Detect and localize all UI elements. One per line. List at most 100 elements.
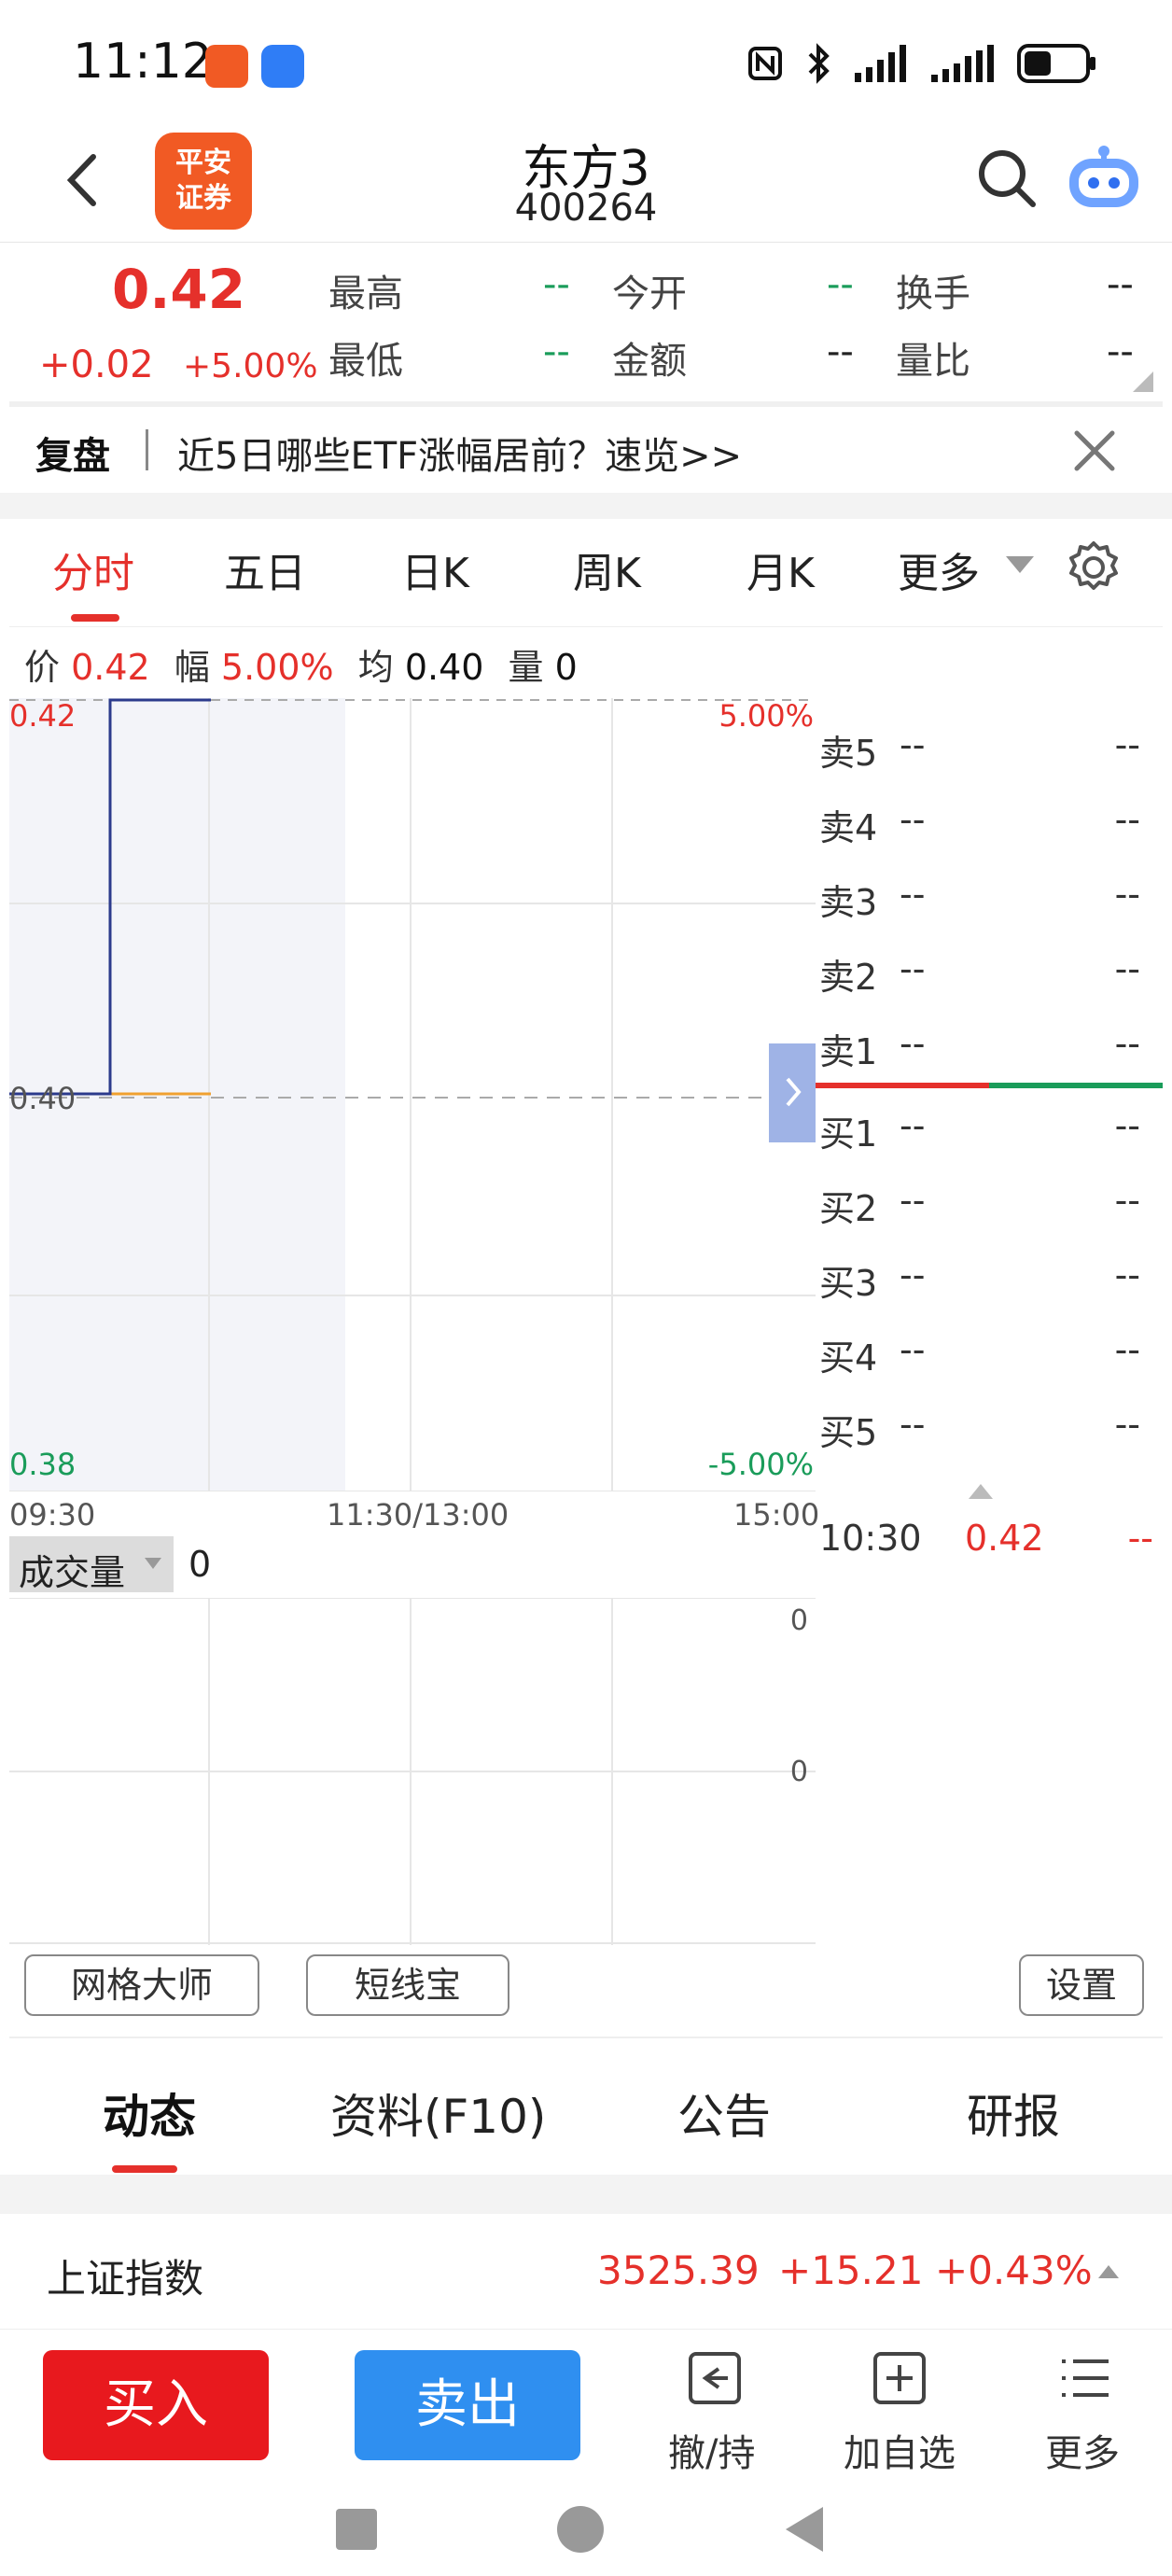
tab-f10[interactable]: 资料(F10) — [330, 2079, 546, 2147]
y-tick-mid: 0.40 — [9, 1081, 76, 1116]
cancel-hold-button[interactable]: 撤/持 — [661, 2330, 782, 2488]
bid-volume: -- — [1114, 1329, 1140, 1370]
tab-announcements[interactable]: 公告 — [677, 2079, 771, 2147]
tab-research[interactable]: 研报 — [967, 2079, 1060, 2147]
ask-volume: -- — [1114, 874, 1140, 915]
battery-icon — [1017, 44, 1095, 83]
ask-price: -- — [900, 948, 926, 989]
bid-price: -- — [900, 1254, 926, 1295]
chevron-up-icon[interactable] — [1097, 2264, 1120, 2279]
short-line-button[interactable]: 短线宝 — [306, 1954, 509, 2016]
back-nav-icon[interactable] — [782, 2503, 827, 2555]
divider — [0, 2175, 1172, 2214]
dropdown-triangle-icon — [145, 1558, 161, 1569]
bid-volume: -- — [1114, 1105, 1140, 1146]
index-pct: +0.43% — [935, 2247, 1093, 2293]
avg-label: 均 — [357, 647, 394, 688]
more-label: 更多 — [1045, 2432, 1120, 2475]
bid-volume: -- — [1114, 1254, 1140, 1295]
y-tick-low: 0.38 — [9, 1447, 76, 1482]
open-label: 今开 — [612, 273, 687, 315]
gear-icon[interactable] — [1064, 538, 1123, 597]
bid-row-4: 买4 -- -- — [816, 1318, 1163, 1379]
ask-price: -- — [900, 724, 926, 765]
volume-chart[interactable]: 0 0 — [9, 1598, 816, 1945]
settings-button[interactable]: 设置 — [1019, 1954, 1144, 2016]
search-button[interactable] — [970, 142, 1045, 217]
dropdown-triangle-icon[interactable] — [1004, 554, 1036, 575]
more-button[interactable]: 更多 — [1030, 2330, 1142, 2488]
ask-row-4: 卖4 -- -- — [816, 788, 1163, 848]
cancel-hold-label: 撤/持 — [668, 2432, 756, 2475]
ask-label: 卖1 — [819, 1031, 878, 1072]
ask-price: -- — [900, 874, 926, 915]
y-tick-pct-low: -5.00% — [708, 1447, 814, 1482]
amp-label: 幅 — [174, 647, 210, 688]
turnover-value: -- — [1107, 263, 1134, 306]
index-change: +15.21 — [778, 2247, 924, 2293]
intraday-price-chart[interactable]: 0.42 0.40 0.38 5.00% -5.00% — [9, 698, 816, 1491]
cancel-order-icon — [689, 2352, 741, 2404]
bid-label: 买3 — [819, 1263, 878, 1304]
index-ticker[interactable]: 上证指数 3525.39 +15.21 +0.43% — [0, 2214, 1172, 2330]
tab-news[interactable]: 动态 — [103, 2079, 196, 2147]
x-tick-open: 09:30 — [9, 1497, 96, 1533]
low-label: 最低 — [328, 340, 403, 383]
bid-price: -- — [900, 1105, 926, 1146]
volume-header: 成交量 0 — [9, 1536, 816, 1596]
robot-icon — [1069, 146, 1138, 207]
intraday-info-line: 价 0.42 幅 5.00% 均 0.40 量 0 — [24, 638, 578, 690]
y-tick-pct-high: 5.00% — [719, 698, 814, 734]
x-tick-midday: 11:30/13:00 — [327, 1497, 509, 1533]
amount-label: 金额 — [612, 340, 687, 383]
bluetooth-icon — [808, 43, 830, 84]
home-icon[interactable] — [554, 2503, 607, 2555]
ask-price: -- — [900, 799, 926, 840]
volume-value: 0 — [188, 1544, 212, 1585]
add-watchlist-button[interactable]: 加自选 — [838, 2330, 969, 2488]
ask-volume: -- — [1114, 724, 1140, 765]
low-value: -- — [543, 330, 570, 373]
scroll-up-triangle-icon[interactable] — [967, 1482, 995, 1501]
banner-text[interactable]: 近5日哪些ETF涨幅居前？速览>> — [177, 426, 742, 480]
y-tick-high: 0.42 — [9, 698, 76, 734]
vol-value: 0 — [554, 647, 578, 688]
bid-label: 买2 — [819, 1188, 878, 1229]
expand-corner-icon[interactable] — [1133, 371, 1153, 392]
tab-daily-k[interactable]: 日K — [401, 539, 469, 599]
buy-button[interactable]: 买入 — [43, 2350, 269, 2460]
quote-panel: 0.42 +0.02 +5.00% 最高 -- 今开 -- 换手 -- 最低 -… — [9, 245, 1163, 401]
content-tabs: 动态 资料(F10) 公告 研报 — [9, 2038, 1163, 2175]
close-icon[interactable] — [1069, 426, 1120, 476]
ask-volume: -- — [1114, 948, 1140, 989]
review-banner[interactable]: 复盘 近5日哪些ETF涨幅居前？速览>> — [9, 407, 1163, 493]
tab-monthly-k[interactable]: 月K — [746, 539, 815, 599]
ask-label: 卖4 — [819, 807, 878, 848]
tab-more[interactable]: 更多 — [898, 539, 980, 599]
add-watchlist-label: 加自选 — [844, 2432, 956, 2475]
tab-weekly-k[interactable]: 周K — [573, 539, 641, 599]
app-header: 平安 证券 东方3 400264 — [0, 121, 1172, 243]
bid-volume: -- — [1114, 1180, 1140, 1221]
expand-orderbook-handle[interactable] — [769, 1043, 816, 1142]
ask-row-5: 卖5 -- -- — [816, 713, 1163, 774]
recent-apps-icon[interactable] — [332, 2505, 381, 2554]
bid-price: -- — [900, 1404, 926, 1445]
ask-row-2: 卖2 -- -- — [816, 937, 1163, 998]
sell-button[interactable]: 卖出 — [355, 2350, 580, 2460]
tab-five-day[interactable]: 五日 — [224, 539, 306, 599]
volume-ratio-label: 量比 — [896, 340, 970, 383]
x-tick-close: 15:00 — [733, 1497, 820, 1533]
grid-master-button[interactable]: 网格大师 — [24, 1954, 259, 2016]
ask-row-1: 卖1 -- -- — [816, 1012, 1163, 1072]
volume-indicator-select[interactable]: 成交量 — [9, 1536, 174, 1593]
avg-value: 0.40 — [404, 647, 484, 688]
assistant-button[interactable] — [1064, 138, 1144, 218]
search-icon — [979, 150, 1036, 207]
system-nav-bar — [0, 2488, 1172, 2576]
tab-intraday[interactable]: 分时 — [52, 539, 134, 599]
ask-volume: -- — [1114, 799, 1140, 840]
pingan-app-icon — [205, 45, 248, 88]
action-bar: 买入 卖出 撤/持 加自选 更多 — [0, 2330, 1172, 2488]
price-label: 价 — [24, 647, 61, 688]
